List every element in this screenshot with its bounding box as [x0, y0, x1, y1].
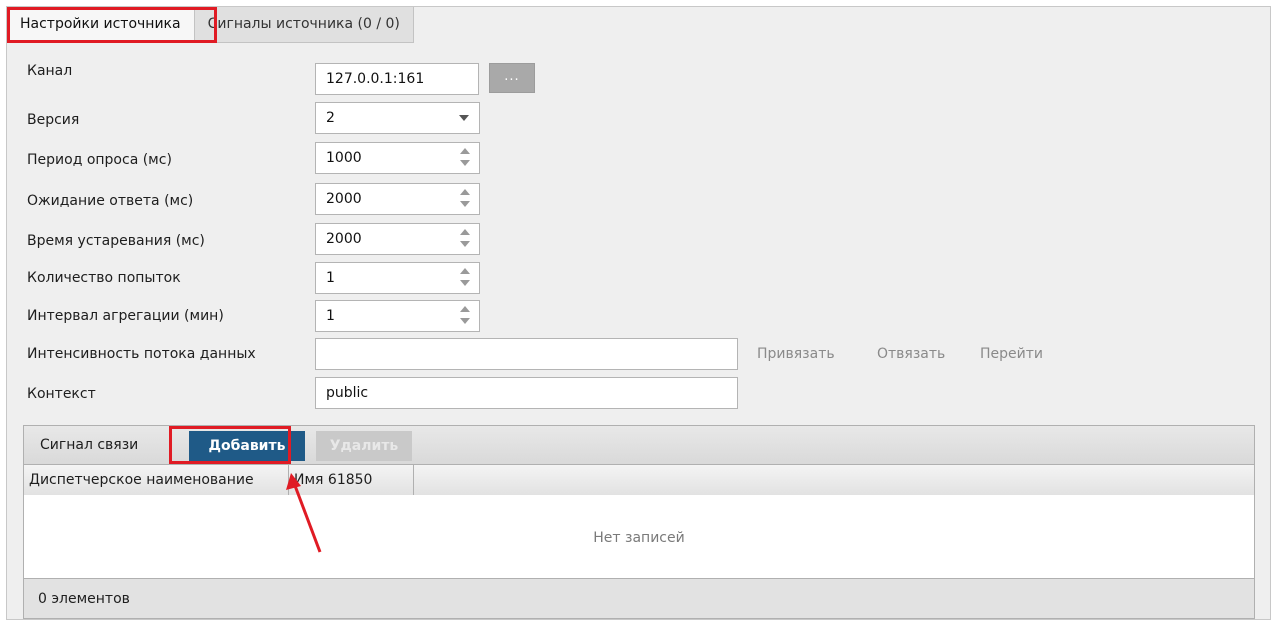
item-count: 0 элементов	[38, 591, 130, 607]
retry-count-label: Количество попыток	[27, 270, 181, 286]
unbind-link[interactable]: Отвязать	[877, 346, 945, 362]
retry-count-value: 1	[326, 270, 335, 286]
tab-source-settings[interactable]: Настройки источника	[7, 7, 195, 43]
version-label: Версия	[27, 112, 80, 128]
channel-field[interactable]: 127.0.0.1:161	[315, 63, 479, 95]
response-timeout-stepper[interactable]: 2000	[315, 183, 480, 215]
spinner-arrows-icon[interactable]	[460, 229, 470, 249]
add-signal-button[interactable]: Добавить	[189, 431, 305, 461]
aggregation-interval-value: 1	[326, 308, 335, 324]
context-label: Контекст	[27, 386, 96, 402]
column-header-dispatch-name[interactable]: Диспетчерское наименование	[24, 465, 289, 495]
signals-toolbar: Сигнал связи Добавить Удалить	[23, 425, 1255, 465]
empty-table-message: Нет записей	[593, 530, 685, 546]
aggregation-interval-stepper[interactable]: 1	[315, 300, 480, 332]
poll-period-stepper[interactable]: 1000	[315, 142, 480, 174]
signals-section-title: Сигнал связи	[40, 437, 139, 453]
poll-period-label: Период опроса (мс)	[27, 152, 172, 168]
signals-table-body: Нет записей	[23, 495, 1255, 579]
channel-label: Канал	[27, 63, 73, 79]
chevron-down-icon[interactable]	[459, 115, 469, 121]
response-timeout-value: 2000	[326, 191, 362, 207]
goto-link[interactable]: Перейти	[980, 346, 1043, 362]
tab-source-signals[interactable]: Сигналы источника (0 / 0)	[194, 7, 414, 43]
data-flow-intensity-label: Интенсивность потока данных	[27, 346, 256, 362]
source-settings-panel: Настройки источника Сигналы источника (0…	[6, 6, 1271, 620]
tab-bar: Настройки источника Сигналы источника (0…	[7, 7, 414, 43]
obsolescence-time-label: Время устаревания (мс)	[27, 233, 205, 249]
spinner-arrows-icon[interactable]	[460, 306, 470, 326]
context-field[interactable]: public	[315, 377, 738, 409]
spinner-arrows-icon[interactable]	[460, 268, 470, 288]
signals-table-header: Диспетчерское наименование Имя 61850	[23, 464, 1255, 496]
retry-count-stepper[interactable]: 1	[315, 262, 480, 294]
obsolescence-time-value: 2000	[326, 231, 362, 247]
data-flow-intensity-field[interactable]	[315, 338, 738, 370]
column-header-name-61850[interactable]: Имя 61850	[289, 465, 414, 495]
obsolescence-time-stepper[interactable]: 2000	[315, 223, 480, 255]
version-value: 2	[326, 110, 335, 126]
spinner-arrows-icon[interactable]	[460, 148, 470, 168]
poll-period-value: 1000	[326, 150, 362, 166]
aggregation-interval-label: Интервал агрегации (мин)	[27, 308, 224, 324]
bind-link[interactable]: Привязать	[757, 346, 835, 362]
signals-table-footer: 0 элементов	[23, 578, 1255, 619]
version-select[interactable]: 2	[315, 102, 480, 134]
response-timeout-label: Ожидание ответа (мс)	[27, 193, 194, 209]
spinner-arrows-icon[interactable]	[460, 189, 470, 209]
delete-signal-button[interactable]: Удалить	[316, 431, 412, 461]
channel-browse-button[interactable]: ...	[489, 63, 535, 93]
